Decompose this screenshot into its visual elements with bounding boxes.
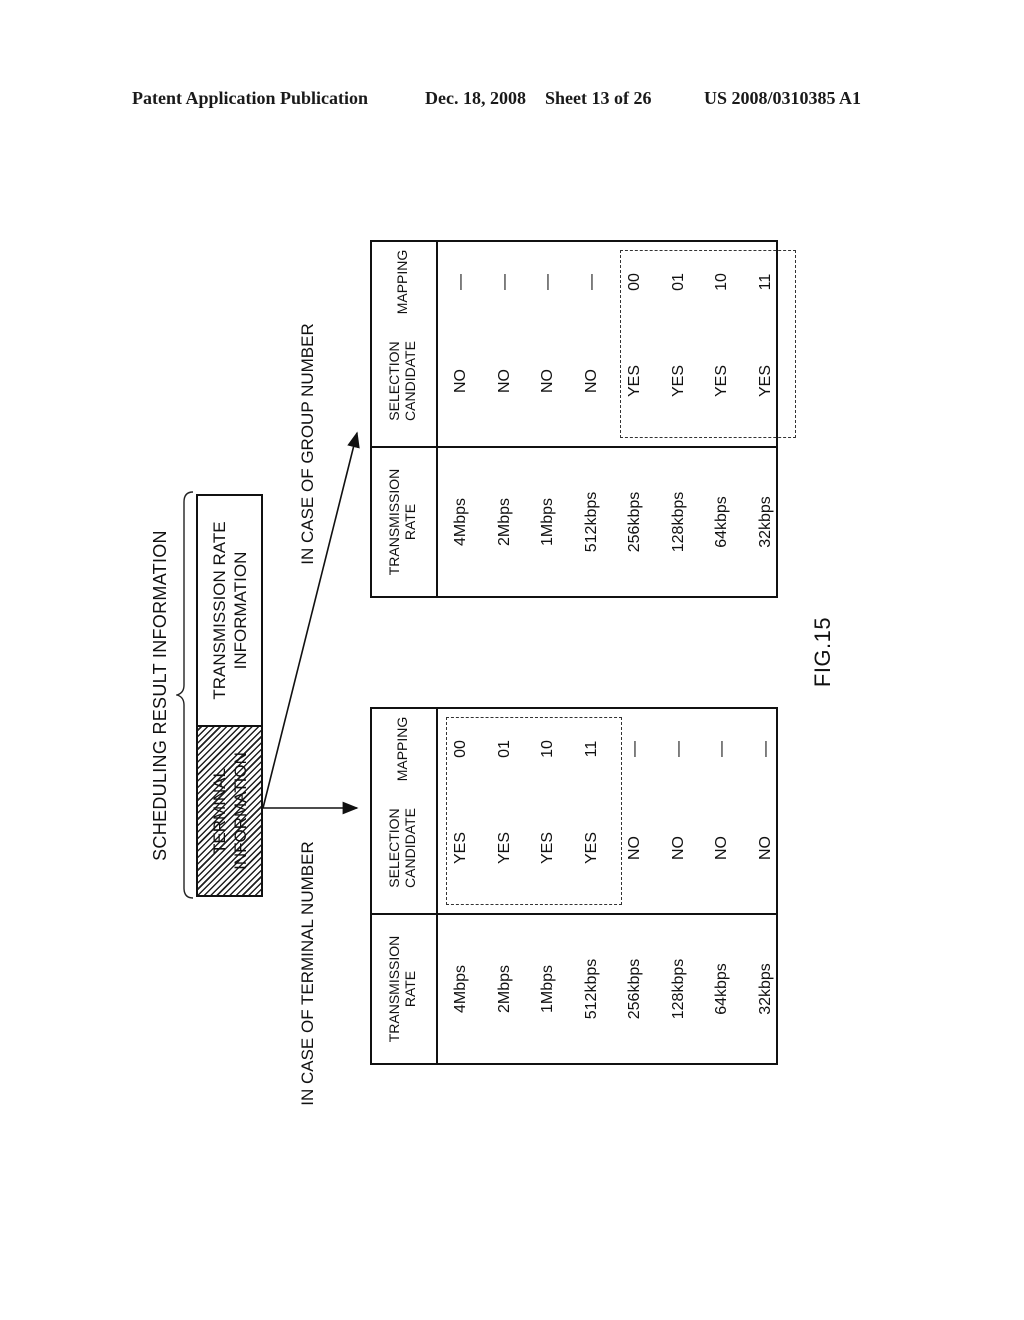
header-candidate-line1: SELECTION <box>386 341 402 421</box>
cell-mapping: — <box>713 741 730 757</box>
cell-rate: 512kbps <box>582 958 600 1020</box>
terminal-number-table: TRANSMISSION RATE SELECTION CANDIDATE MAPPIN… <box>370 707 778 1065</box>
header-divider <box>436 709 438 1063</box>
header-mapping: MAPPING <box>394 249 410 315</box>
cell-rate: 32kbps <box>756 963 774 1015</box>
cell-mapping: — <box>756 741 774 757</box>
cell-candidate: NO <box>669 836 687 860</box>
cell-rate: 64kbps <box>713 496 730 548</box>
terminal-number-case-label: IN CASE OF TERMINAL NUMBER <box>298 841 317 1106</box>
cell-rate: 1Mbps <box>539 497 556 547</box>
selection-candidate-highlight-box <box>446 717 622 905</box>
cell-rate: 4Mbps <box>452 497 469 547</box>
arrows <box>262 431 360 815</box>
cell-candidate: NO <box>539 369 556 393</box>
cell-rate: 4Mbps <box>452 964 469 1014</box>
cell-rate: 256kbps <box>626 958 643 1020</box>
cell-mapping: — <box>669 741 687 757</box>
cell-candidate: NO <box>626 836 643 860</box>
header-rate-line2: RATE <box>402 970 418 1008</box>
cell-rate: 64kbps <box>713 963 730 1015</box>
figure-15: SCHEDULING RESULT INFORMATION TERMINAL I… <box>0 0 1024 1320</box>
header-transmission-rate: TRANSMISSION RATE <box>386 448 418 596</box>
cell-rate: 1Mbps <box>539 964 556 1014</box>
group-number-case-label: IN CASE OF GROUP NUMBER <box>298 323 317 565</box>
header-rate-line1: TRANSMISSION <box>386 935 402 1043</box>
header-rate-line1: TRANSMISSION <box>386 468 402 576</box>
header-candidate-line2: CANDIDATE <box>402 808 418 888</box>
cell-mapping: — <box>582 274 600 290</box>
cell-rate: 128kbps <box>669 491 687 553</box>
selection-candidate-highlight-box <box>620 250 796 438</box>
cell-rate: 2Mbps <box>495 497 513 547</box>
cell-rate: 2Mbps <box>495 964 513 1014</box>
cell-mapping: — <box>495 274 513 290</box>
header-candidate-line2: CANDIDATE <box>402 341 418 421</box>
cell-candidate: NO <box>452 369 469 393</box>
cell-candidate: NO <box>713 836 730 860</box>
cell-mapping: — <box>452 274 469 290</box>
cell-candidate: NO <box>495 369 513 393</box>
cell-rate: 128kbps <box>669 958 687 1020</box>
header-selection-candidate: SELECTION CANDIDATE <box>386 789 418 907</box>
figure-label: FIG.15 <box>810 616 835 688</box>
cell-rate: 32kbps <box>756 496 774 548</box>
cell-candidate: NO <box>582 369 600 393</box>
cell-candidate: NO <box>756 836 774 860</box>
header-transmission-rate: TRANSMISSION RATE <box>386 915 418 1063</box>
cell-rate: 256kbps <box>626 491 643 553</box>
header-mapping: MAPPING <box>394 716 410 782</box>
cell-mapping: — <box>539 274 556 290</box>
group-number-table: TRANSMISSION RATE SELECTION CANDIDATE MAPPIN… <box>370 240 796 598</box>
header-candidate-line1: SELECTION <box>386 808 402 888</box>
header-rate-line2: RATE <box>402 503 418 541</box>
cell-mapping: — <box>626 741 643 757</box>
cell-rate: 512kbps <box>582 491 600 553</box>
header-divider <box>436 242 438 596</box>
header-selection-candidate: SELECTION CANDIDATE <box>386 322 418 440</box>
